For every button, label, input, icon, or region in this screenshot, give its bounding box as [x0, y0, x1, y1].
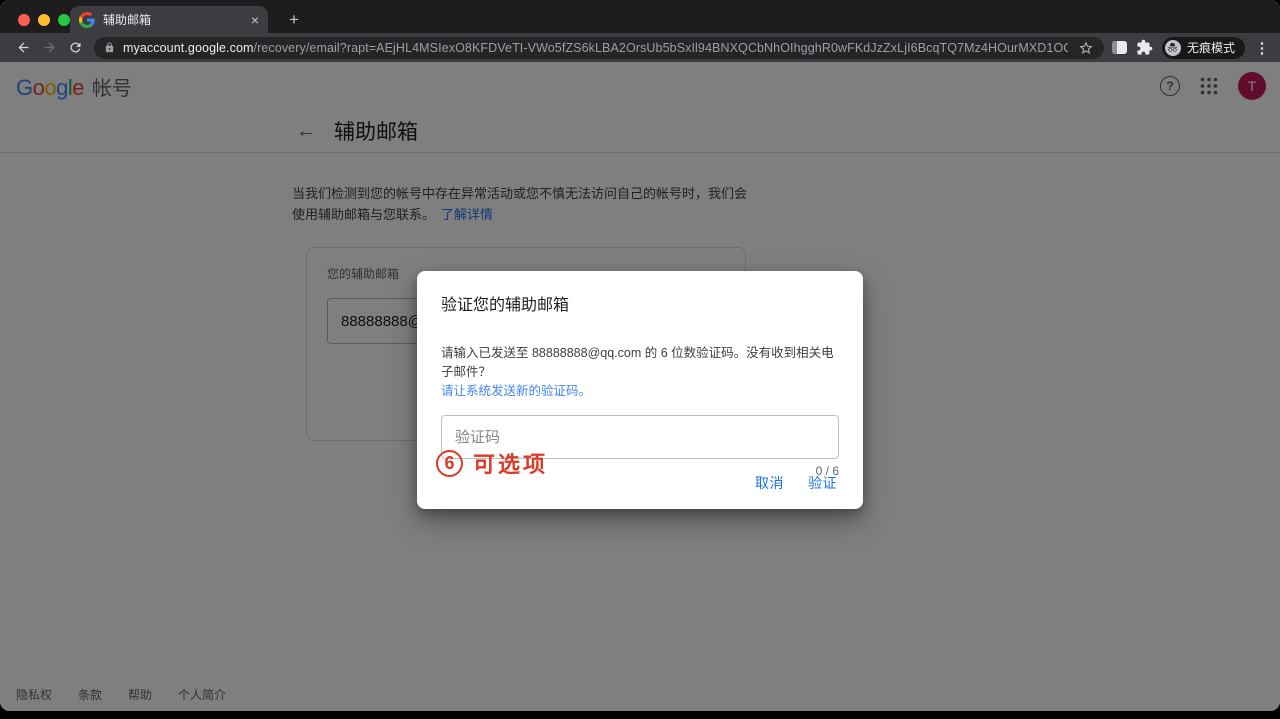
google-favicon-icon [79, 12, 95, 28]
browser-titlebar: 辅助邮箱 × + [0, 0, 1280, 33]
window-controls [18, 14, 70, 26]
url-path: /recovery/email?rapt=AEjHL4MSIexO8KFDVeT… [254, 41, 1068, 55]
browser-menu-icon[interactable]: ⋮ [1254, 39, 1270, 57]
verify-email-dialog: 验证您的辅助邮箱 请输入已发送至 88888888@qq.com 的 6 位数验… [417, 271, 863, 509]
browser-toolbar: myaccount.google.com/recovery/email?rapt… [0, 33, 1280, 62]
url-text: myaccount.google.com/recovery/email?rapt… [123, 41, 1068, 55]
macos-minimize-button[interactable] [38, 14, 50, 26]
verify-button[interactable]: 验证 [796, 463, 849, 503]
forward-icon[interactable] [36, 36, 62, 60]
cancel-button[interactable]: 取消 [743, 463, 796, 503]
incognito-icon [1165, 40, 1181, 56]
macos-close-button[interactable] [18, 14, 30, 26]
lock-icon [104, 42, 115, 53]
macos-zoom-button[interactable] [58, 14, 70, 26]
extensions-puzzle-icon[interactable] [1136, 39, 1153, 56]
side-panel-icon[interactable] [1112, 41, 1127, 54]
incognito-badge: 无痕模式 [1162, 37, 1245, 59]
step-annotation-label: 可选项 [473, 447, 548, 479]
dialog-title: 验证您的辅助邮箱 [441, 291, 839, 315]
dialog-body-text: 请输入已发送至 88888888@qq.com 的 6 位数验证码。没有收到相关… [441, 346, 834, 379]
step-annotation: 6 可选项 [436, 447, 548, 479]
incognito-label: 无痕模式 [1187, 39, 1235, 56]
bookmark-star-icon[interactable] [1078, 40, 1094, 56]
tab-title: 辅助邮箱 [103, 11, 243, 28]
back-icon[interactable] [10, 36, 36, 60]
step-number-badge: 6 [436, 450, 463, 477]
toolbar-right-icons: 无痕模式 ⋮ [1112, 37, 1270, 59]
new-tab-button[interactable]: + [284, 11, 304, 29]
dialog-body: 请输入已发送至 88888888@qq.com 的 6 位数验证码。没有收到相关… [441, 344, 839, 401]
browser-tab[interactable]: 辅助邮箱 × [70, 6, 268, 33]
browser-window: 辅助邮箱 × + myaccount.google.com/recovery/e… [0, 0, 1280, 711]
page-viewport: Google 帐号 ? T ← 辅助邮箱 当我们检测到您的帐号中存在异常活动或您… [0, 62, 1280, 711]
address-bar[interactable]: myaccount.google.com/recovery/email?rapt… [94, 37, 1104, 59]
reload-icon[interactable] [62, 36, 88, 60]
url-domain: myaccount.google.com [123, 41, 254, 55]
tab-close-icon[interactable]: × [251, 13, 259, 27]
resend-code-link[interactable]: 请让系统发送新的验证码。 [441, 382, 839, 401]
dialog-actions: 取消 验证 [743, 463, 849, 503]
